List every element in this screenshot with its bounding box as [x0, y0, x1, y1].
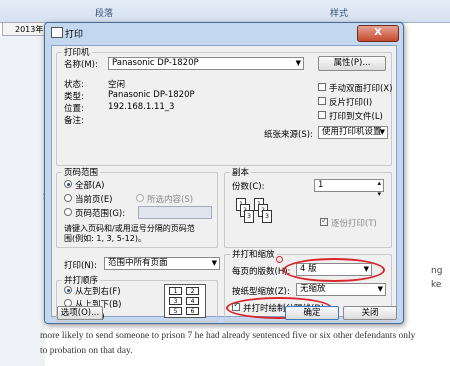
range-all-label: 全部(A)	[75, 181, 105, 191]
highlight-oval	[283, 258, 385, 282]
range-selection-label: 所选内容(S)	[147, 195, 194, 205]
page-range-hint: 围(例如: 1, 3, 5-12)。	[64, 234, 146, 243]
print-to-file-checkbox[interactable]	[318, 111, 326, 119]
layout-page: 5	[169, 307, 182, 315]
printer-icon	[51, 27, 63, 38]
layout-page: 2	[186, 287, 199, 295]
layout-page: 4	[186, 297, 199, 305]
doc-side-char: ke	[431, 280, 442, 290]
print-what-value: 范围中所有页面	[108, 258, 168, 268]
paper-source-label: 纸张来源(S):	[264, 130, 313, 140]
scale-select[interactable]: 无缩放 ▼	[296, 283, 386, 296]
ok-button[interactable]: 确定	[285, 306, 339, 320]
manual-duplex-checkbox[interactable]	[318, 83, 326, 91]
ribbon-paragraph-label: 段落	[95, 9, 114, 19]
chevron-down-icon: ▼	[379, 128, 385, 136]
type-value: Panasonic DP-1820P	[108, 90, 195, 100]
range-pages-radio[interactable]	[64, 208, 72, 216]
dialog-title: 打印	[65, 30, 84, 40]
paper-source-select[interactable]: 使用打印机设置 ▼	[318, 126, 388, 139]
comment-label: 备注:	[64, 116, 84, 126]
pages-per-sheet-label: 每页的版数(H):	[232, 267, 291, 277]
copies-title: 副本	[230, 166, 252, 178]
copies-label: 份数(C):	[232, 182, 265, 192]
zoom-title: 并打和缩放	[230, 248, 277, 260]
printer-name-value: Panasonic DP-1820P	[112, 58, 199, 68]
close-button[interactable]: X	[357, 25, 399, 42]
printer-group-title: 打印机	[62, 46, 92, 58]
reverse-label: 反片打印(I)	[329, 98, 373, 108]
layout-page: 6	[186, 307, 199, 315]
status-value: 空闲	[108, 80, 126, 90]
range-all-radio[interactable]	[64, 180, 72, 188]
scale-label: 按纸型缩放(Z):	[232, 287, 290, 297]
check-icon: ✓	[321, 216, 328, 225]
print-dialog: 打印 X 打印机 名称(M): Panasonic DP-1820P ▼ 属性(…	[44, 22, 404, 324]
chevron-down-icon: ▼	[377, 285, 383, 293]
copies-spinner[interactable]: 1 ▴ ▾	[314, 179, 384, 198]
doc-side-char: ng	[431, 266, 443, 276]
ribbon: 段落 样式	[0, 0, 450, 23]
range-current-label: 当前页(E)	[75, 195, 113, 205]
chevron-down-icon: ▼	[295, 59, 301, 67]
layout-preview-icon: 1 2 3 4 5 6	[164, 284, 206, 318]
chevron-down-icon: ▼	[211, 259, 217, 267]
printer-name-label: 名称(M):	[64, 60, 98, 70]
status-label: 状态:	[64, 80, 84, 90]
paper-source-value: 使用打印机设置	[322, 127, 382, 137]
page-range-input[interactable]	[138, 206, 212, 219]
highlight-dot	[276, 256, 283, 263]
document-margin	[0, 36, 45, 366]
properties-button[interactable]: 属性(P)...	[318, 56, 386, 71]
collate-label: 逐份打印(T)	[331, 219, 377, 229]
cancel-button[interactable]: 关闭	[343, 306, 397, 320]
order-ltr-radio[interactable]	[64, 286, 72, 294]
range-current-radio[interactable]	[64, 194, 72, 202]
range-pages-label: 页码范围(G):	[75, 209, 126, 219]
copies-value: 1	[318, 180, 324, 190]
reverse-checkbox[interactable]	[318, 97, 326, 105]
print-to-file-label: 打印到文件(L)	[329, 112, 383, 122]
type-label: 类型:	[64, 92, 84, 102]
dialog-body: 打印机 名称(M): Panasonic DP-1820P ▼ 属性(P)...…	[51, 45, 397, 322]
location-value: 192.168.1.11_3	[108, 102, 175, 112]
location-label: 位置:	[64, 104, 84, 114]
layout-page: 3	[169, 297, 182, 305]
options-button[interactable]: 选项(O)...	[57, 306, 103, 320]
order-ltr-label: 从左到右(F)	[75, 287, 121, 297]
ribbon-styles-label: 样式	[330, 9, 349, 19]
scale-value: 无缩放	[300, 284, 326, 294]
spinner-arrows-icon: ▴ ▾	[377, 179, 381, 198]
layout-page: 1	[169, 287, 182, 295]
range-selection-radio[interactable]	[136, 194, 144, 202]
document-text-line: to probation on that day.	[40, 346, 133, 356]
print-what-label: 打印(N):	[64, 261, 97, 271]
print-what-select[interactable]: 范围中所有页面 ▼	[104, 257, 220, 270]
document-text-line: more likely to send someone to prison 7 …	[40, 331, 416, 341]
dialog-titlebar[interactable]: 打印 X	[45, 23, 403, 43]
manual-duplex-label: 手动双面打印(X)	[329, 84, 393, 94]
page-range-title: 页码范围	[62, 166, 101, 178]
printer-name-select[interactable]: Panasonic DP-1820P ▼	[108, 57, 304, 70]
collate-illustration-icon: 1 2 3 1 2 3	[236, 198, 272, 240]
